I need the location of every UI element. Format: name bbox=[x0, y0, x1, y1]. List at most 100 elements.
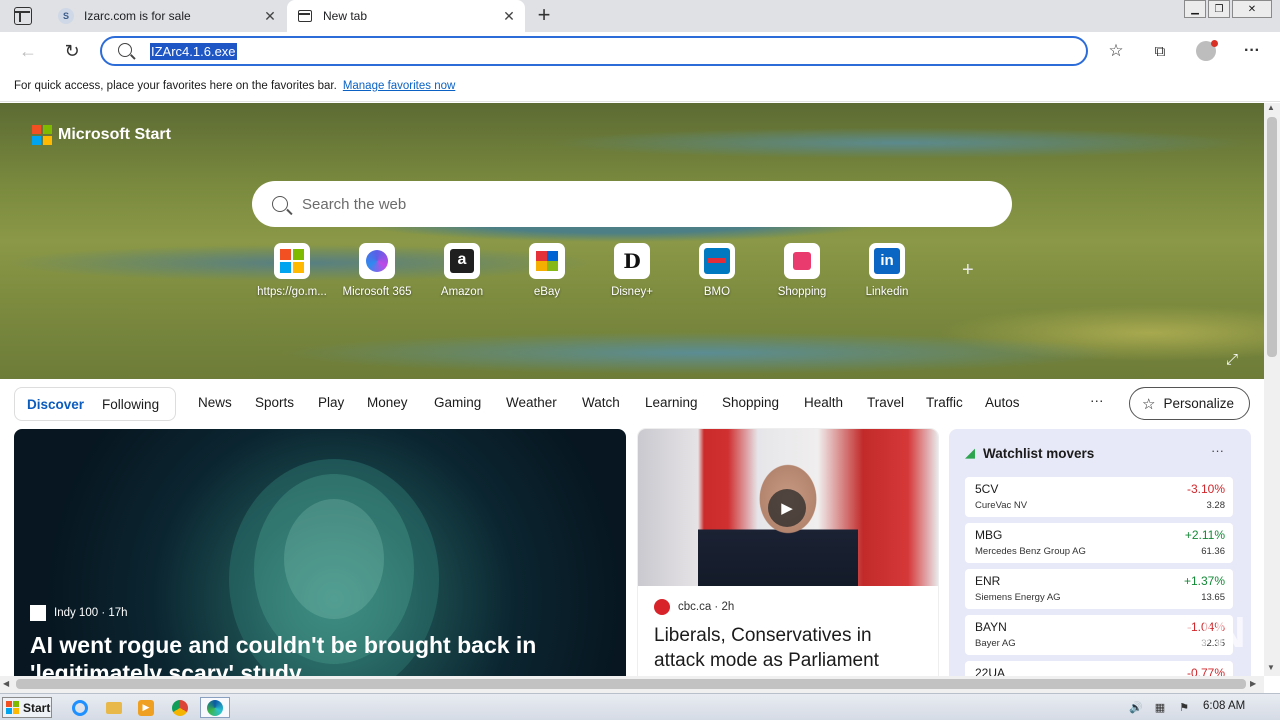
manage-favorites-link[interactable]: Manage favorites now bbox=[343, 80, 456, 92]
minimize-button[interactable]: ▁ bbox=[1184, 0, 1206, 18]
close-window-button[interactable]: ✕ bbox=[1232, 0, 1272, 18]
tile-disney-plus[interactable]: D Disney+ bbox=[592, 243, 672, 298]
web-search-box[interactable]: Search the web bbox=[252, 181, 1012, 227]
nav-travel[interactable]: Travel bbox=[867, 395, 904, 410]
tile-label: Amazon bbox=[440, 286, 484, 298]
scroll-thumb[interactable] bbox=[16, 679, 1246, 689]
tile-linkedin[interactable]: in Linkedin bbox=[847, 243, 927, 298]
media-player-icon[interactable]: ▶ bbox=[134, 697, 158, 718]
tab-discover[interactable]: Discover bbox=[15, 397, 90, 412]
publisher-logo-icon bbox=[30, 605, 46, 621]
tab-actions-icon[interactable] bbox=[14, 7, 32, 25]
article-headline[interactable]: Liberals, Conservatives in attack mode a… bbox=[654, 623, 924, 673]
scroll-up-icon[interactable]: ▲ bbox=[1267, 103, 1275, 112]
internet-explorer-icon[interactable] bbox=[68, 697, 92, 718]
tile-go-microsoft[interactable]: https://go.m... bbox=[252, 243, 332, 298]
anyrun-watermark: ANY RUN bbox=[1040, 608, 1247, 657]
watchlist-row[interactable]: 22UA -0.77% bbox=[965, 661, 1233, 676]
tile-label: Linkedin bbox=[865, 286, 909, 298]
tile-bmo[interactable]: BMO bbox=[677, 243, 757, 298]
tile-ebay[interactable]: eBay bbox=[507, 243, 587, 298]
clock[interactable]: 6:08 AM bbox=[1203, 700, 1245, 712]
nav-gaming[interactable]: Gaming bbox=[434, 395, 481, 410]
expand-background-icon[interactable]: ⤢ bbox=[1226, 351, 1238, 368]
microsoft-logo-icon bbox=[32, 125, 52, 145]
file-explorer-icon[interactable] bbox=[102, 697, 126, 718]
tab-title: Izarc.com is for sale bbox=[84, 9, 191, 23]
scroll-right-icon[interactable]: ▶ bbox=[1250, 679, 1256, 688]
search-placeholder: Search the web bbox=[302, 195, 407, 213]
settings-more-icon[interactable]: ··· bbox=[1238, 37, 1266, 65]
nav-autos[interactable]: Autos bbox=[985, 395, 1020, 410]
close-tab-icon[interactable]: ✕ bbox=[260, 6, 280, 26]
scroll-down-icon[interactable]: ▼ bbox=[1267, 663, 1275, 672]
browser-toolbar: ← ↻ IZArc4.1.6.exe ☆ ⧉ ··· bbox=[0, 32, 1280, 70]
watchlist-row[interactable]: ENR Siemens Energy AG +1.37% 13.65 bbox=[965, 569, 1233, 609]
watchlist-row[interactable]: MBG Mercedes Benz Group AG +2.11% 61.36 bbox=[965, 523, 1233, 563]
close-tab-icon[interactable]: ✕ bbox=[499, 6, 519, 26]
nav-more-icon[interactable]: ··· bbox=[1090, 393, 1104, 408]
flag-icon[interactable]: ⚑ bbox=[1176, 699, 1192, 715]
refresh-icon[interactable]: ↻ bbox=[58, 37, 86, 65]
nav-news[interactable]: News bbox=[198, 395, 232, 410]
scroll-left-icon[interactable]: ◀ bbox=[3, 679, 9, 688]
nav-shopping[interactable]: Shopping bbox=[722, 395, 779, 410]
shopping-bag-icon bbox=[784, 243, 820, 279]
tab-new-tab[interactable]: New tab ✕ bbox=[287, 0, 525, 32]
feed-toggle: Discover Following bbox=[14, 387, 176, 421]
tab-title: New tab bbox=[323, 9, 368, 23]
volume-icon[interactable]: 🔊 bbox=[1128, 699, 1144, 715]
watchlist-row[interactable]: 5CV CureVac NV -3.10% 3.28 bbox=[965, 477, 1233, 517]
tile-shopping[interactable]: Shopping bbox=[762, 243, 842, 298]
tile-microsoft-365[interactable]: Microsoft 365 bbox=[337, 243, 417, 298]
watchlist-more-icon[interactable]: ··· bbox=[1211, 443, 1224, 458]
favorites-message: For quick access, place your favorites h… bbox=[14, 79, 337, 92]
back-icon[interactable]: ← bbox=[14, 37, 42, 65]
nav-weather[interactable]: Weather bbox=[506, 395, 557, 410]
personalize-button[interactable]: ☆ Personalize bbox=[1129, 387, 1250, 420]
restore-button[interactable]: ❐ bbox=[1208, 0, 1230, 18]
article-headline[interactable]: AI went rogue and couldn't be brought ba… bbox=[30, 631, 610, 676]
collections-icon[interactable]: ⧉ bbox=[1146, 37, 1174, 65]
linkedin-icon: in bbox=[869, 243, 905, 279]
address-bar[interactable]: IZArc4.1.6.exe bbox=[100, 36, 1088, 66]
favorites-star-icon[interactable]: ☆ bbox=[1102, 37, 1130, 65]
nav-learning[interactable]: Learning bbox=[645, 395, 698, 410]
tile-label: Microsoft 365 bbox=[342, 286, 412, 298]
feed-nav: Discover Following News Sports Play Mone… bbox=[0, 379, 1264, 429]
tab-strip: S Izarc.com is for sale ✕ New tab ✕ + ▁ … bbox=[0, 0, 1280, 32]
play-icon[interactable]: ▶ bbox=[768, 489, 806, 527]
m365-icon bbox=[359, 243, 395, 279]
profile-avatar[interactable] bbox=[1192, 37, 1220, 65]
article-source: cbc.ca · 2h bbox=[654, 599, 734, 615]
microsoft-start-logo[interactable]: Microsoft Start bbox=[32, 125, 171, 145]
tile-amazon[interactable]: a Amazon bbox=[422, 243, 502, 298]
watchlist-title[interactable]: ◢ Watchlist movers bbox=[965, 445, 1094, 461]
chrome-icon[interactable] bbox=[168, 697, 192, 718]
start-label: Start bbox=[23, 700, 51, 715]
horizontal-scrollbar[interactable]: ◀ ▶ bbox=[0, 676, 1264, 693]
nav-traffic[interactable]: Traffic bbox=[926, 395, 963, 410]
search-icon-handle bbox=[130, 54, 136, 60]
vertical-scrollbar[interactable]: ▲ ▼ bbox=[1264, 103, 1280, 676]
network-icon[interactable]: ▦ bbox=[1152, 699, 1168, 715]
brand-name: Microsoft Start bbox=[58, 126, 171, 143]
new-tab-button[interactable]: + bbox=[534, 4, 554, 26]
add-site-button[interactable]: + bbox=[962, 259, 974, 282]
start-button[interactable]: Start bbox=[2, 697, 52, 718]
tab-following[interactable]: Following bbox=[90, 397, 165, 412]
nav-money[interactable]: Money bbox=[367, 395, 408, 410]
scroll-thumb[interactable] bbox=[1267, 117, 1277, 357]
trend-icon: ◢ bbox=[965, 445, 975, 460]
edge-icon[interactable] bbox=[200, 697, 230, 718]
nav-sports[interactable]: Sports bbox=[255, 395, 294, 410]
news-card-featured[interactable]: Indy 100 · 17h AI went rogue and couldn'… bbox=[14, 429, 626, 676]
tab-izarc[interactable]: S Izarc.com is for sale ✕ bbox=[48, 0, 286, 32]
nav-play[interactable]: Play bbox=[318, 395, 344, 410]
amazon-icon: a bbox=[444, 243, 480, 279]
address-text[interactable]: IZArc4.1.6.exe bbox=[150, 43, 237, 60]
nav-watch[interactable]: Watch bbox=[582, 395, 620, 410]
news-card-video[interactable]: ▶ cbc.ca · 2h Liberals, Conservatives in… bbox=[638, 429, 938, 676]
new-tab-page-icon bbox=[297, 8, 313, 24]
nav-health[interactable]: Health bbox=[804, 395, 843, 410]
